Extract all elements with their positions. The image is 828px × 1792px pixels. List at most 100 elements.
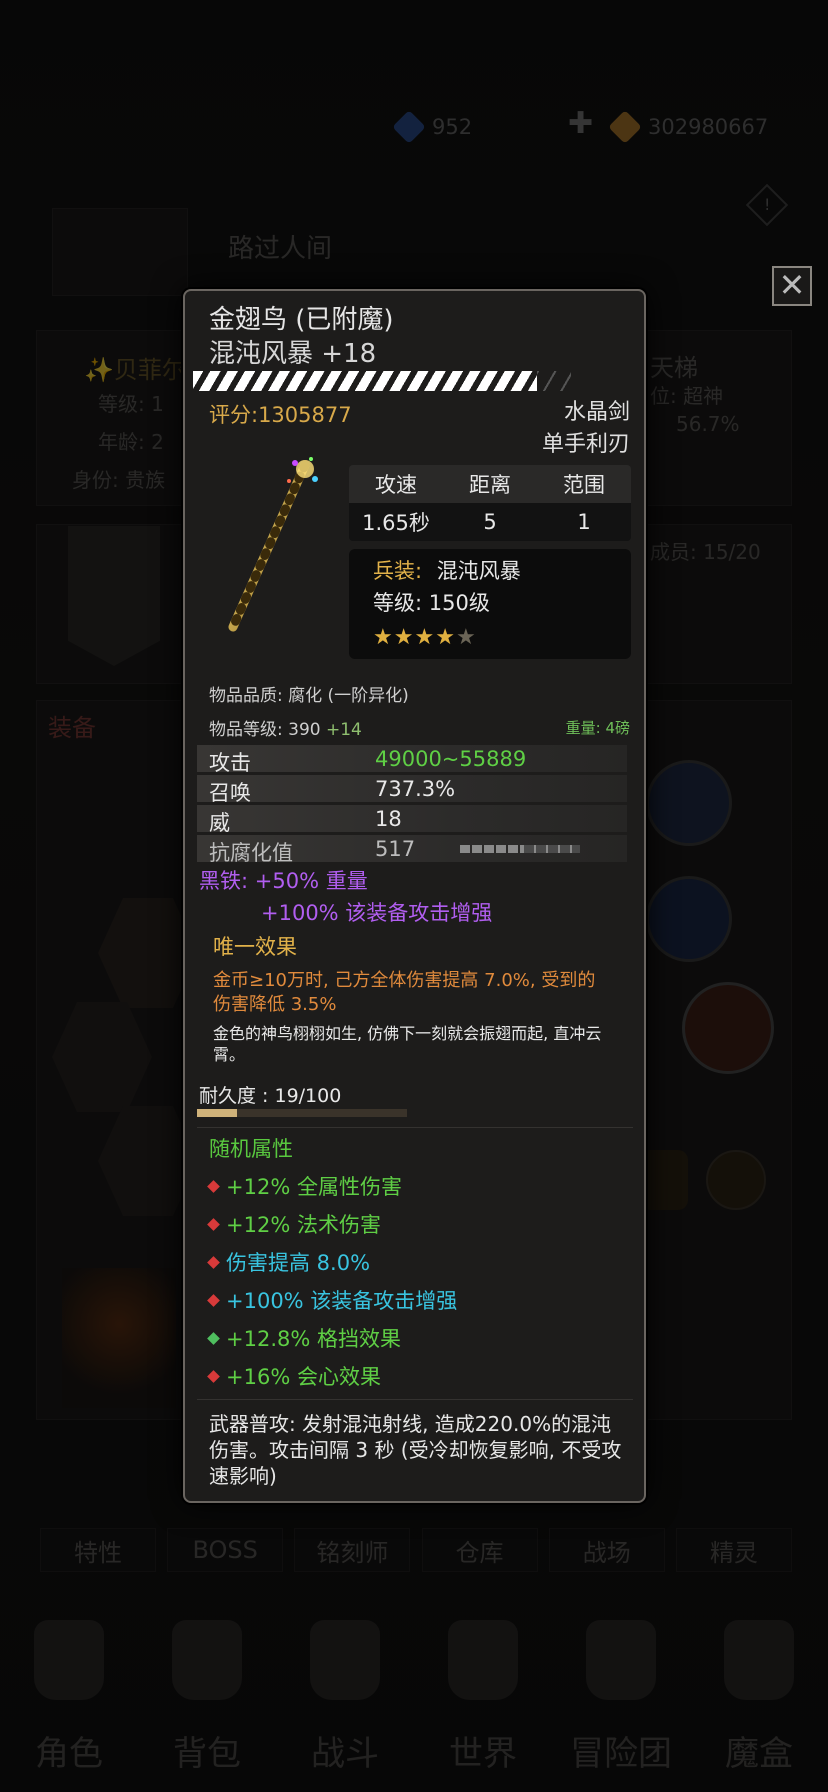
divider [197,1399,633,1400]
header-attack-speed: 攻速 [375,473,417,497]
weapon-subclass: 单手利刃 [541,432,630,457]
tab-boss[interactable]: BOSS [167,1528,284,1572]
attr-row-corrosion-resist: 抗腐化值 517 [197,835,627,865]
durability-label: 耐久度 : 19/100 [199,1085,342,1107]
durability-bar [197,1109,407,1117]
profile-name: 路过人间 [228,234,333,264]
attr-name: 攻击 [209,751,251,775]
item-subtitle: 混沌风暴 +18 [209,339,377,369]
armament-label: 兵装: [373,559,423,583]
armament-value: 混沌风暴 [436,559,521,583]
red-gem-icon [207,1369,220,1383]
star-filled-icon: ★ [435,625,456,650]
function-tabs: 特性 BOSS 铭刻师 仓库 战场 精灵 [40,1528,792,1574]
backpack-icon [172,1620,242,1700]
weapon-icon [228,457,318,632]
red-gem-icon [207,1293,220,1307]
nav-battle[interactable]: 战斗 [276,1600,414,1792]
armament-box: 兵装: 混沌风暴 等级: 150级 ★★★★★ [349,549,631,659]
nav-label: 角色 [35,1734,103,1774]
alert-icon[interactable]: ! [745,183,789,227]
character-name: ✨贝菲尔 [84,356,186,384]
red-gem-icon [207,1179,220,1193]
divider [197,1127,633,1128]
unique-effect-title: 唯一效果 [213,935,297,959]
tab-traits[interactable]: 特性 [40,1528,156,1572]
red-gem-icon [207,1255,220,1269]
attr-value: 517 [375,837,416,861]
tab-engraver[interactable]: 铭刻师 [294,1528,411,1572]
guild-banner-icon [52,208,188,296]
level-text: 等级: 1 [98,392,164,416]
header-range: 范围 [563,473,605,497]
star-filled-icon: ★ [393,625,415,650]
attr-row-might: 威 18 [197,805,627,835]
random-attr-text: +12% 全属性伤害 [226,1175,402,1199]
nav-character[interactable]: 角色 [0,1600,138,1792]
random-attr-text: +16% 会心效果 [226,1365,381,1389]
corrosion-bar-empty [524,845,580,853]
item-level: 物品等级: 390 +14 [209,715,362,740]
attr-name: 威 [209,811,230,835]
weapon-type: 水晶剑 单手利刃 [542,397,630,461]
random-attr-5: +12.8% 格挡效果 [207,1323,401,1353]
gold-icon [608,110,642,144]
item-quality: 物品品质: 腐化 (一阶异化) [209,686,409,706]
ladder-text: 天梯 [650,354,698,382]
item-level-value: 物品等级: 390 [209,720,321,740]
weapon-attack-description: 武器普攻: 发射混沌射线, 造成220.0%的混沌伤害。攻击间隔 3 秒 (受冷… [209,1412,622,1488]
skill-fist-icon[interactable] [646,760,732,846]
value-distance: 5 [483,510,497,534]
rank-text: 位: 超神 [650,384,724,408]
random-attr-text: +100% 该装备攻击增强 [226,1289,458,1313]
nav-world[interactable]: 世界 [414,1600,552,1792]
rune-skull-icon[interactable] [640,1150,688,1210]
attr-row-attack: 攻击 49000~55889 [197,745,627,775]
weapon-class: 水晶剑 [563,400,630,425]
castle-icon [586,1620,656,1700]
durability-fill [197,1109,237,1117]
random-attr-text: +12% 法术伤害 [226,1213,381,1237]
star-rating: ★★★★★ [373,625,477,650]
nav-magic-box[interactable]: 魔盒 [690,1600,828,1792]
skill-moon-icon[interactable] [646,876,732,962]
identity-text: 身份: 贵族 [72,468,166,492]
tab-warehouse[interactable]: 仓库 [421,1528,538,1572]
flavor-text: 金色的神鸟栩栩如生, 仿佛下一刻就会振翅而起, 直冲云霄。 [213,1024,602,1064]
random-attr-3: 伤害提高 8.0% [207,1247,371,1277]
sword-shield-icon [310,1620,380,1700]
attr-value: 49000~55889 [375,747,527,771]
nav-label: 战斗 [311,1734,379,1774]
nav-backpack[interactable]: 背包 [138,1600,276,1792]
attr-value: 18 [375,807,402,831]
tab-battlefield[interactable]: 战场 [548,1528,665,1572]
item-level-bonus: +14 [326,720,362,740]
nav-label: 冒险团 [570,1734,672,1774]
random-attrs-title: 随机属性 [209,1137,293,1161]
nav-adventure-group[interactable]: 冒险团 [552,1600,690,1792]
nav-label: 背包 [173,1734,241,1774]
attr-name: 召唤 [209,781,251,805]
armament-level: 等级: 150级 [373,591,490,615]
skill-flame-icon[interactable] [682,982,774,1074]
add-crystal-icon[interactable]: ✚ [568,106,593,141]
star-empty-icon: ★ [455,625,477,650]
nav-label: 魔盒 [725,1734,793,1774]
map-scroll-icon [448,1620,518,1700]
tab-spirit[interactable]: 精灵 [675,1528,792,1572]
star-filled-icon: ★ [373,625,394,650]
random-attr-text: 伤害提高 8.0% [226,1251,371,1275]
rate-text: 56.7% [676,412,740,436]
random-attr-text: +12.8% 格挡效果 [226,1327,401,1351]
bottom-nav: 角色 背包 战斗 世界 冒险团 魔盒 [0,1600,828,1792]
item-tooltip: 金翅鸟 (已附魔) 混沌风暴 +18 评分:1305877 水晶剑 单手利刃 攻… [183,289,646,1503]
armament-line: 兵装: 混沌风暴 [373,555,521,585]
rune-moon-icon[interactable] [706,1150,766,1210]
members-text: 成员: 15/20 [650,540,761,564]
item-score: 评分:1305877 [209,403,352,427]
green-gem-icon [207,1331,220,1345]
age-text: 年龄: 2 [98,430,164,454]
random-attr-4: +100% 该装备攻击增强 [207,1285,458,1315]
close-button[interactable]: ✕ [772,266,812,306]
crystal-icon [392,110,426,144]
